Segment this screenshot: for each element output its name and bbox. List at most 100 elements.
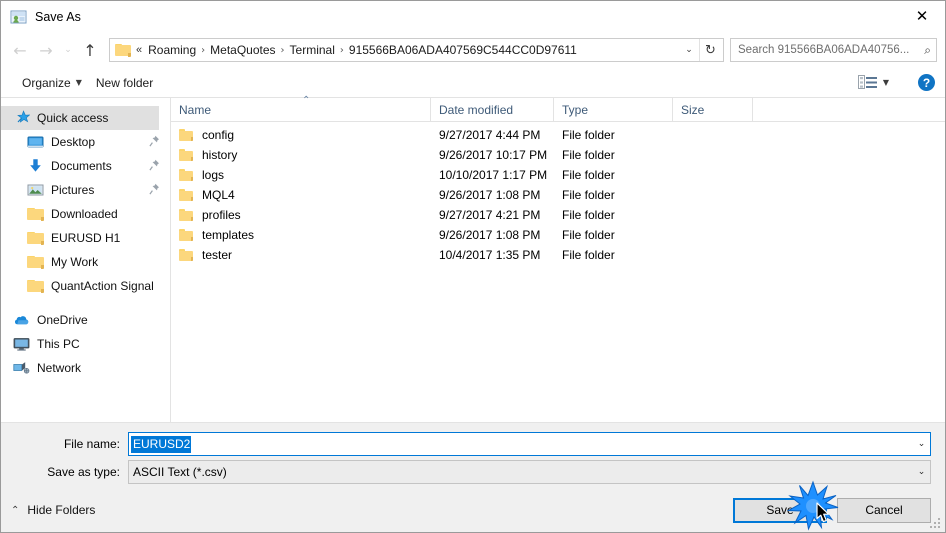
save-label: Save — [766, 503, 794, 517]
resize-grip[interactable] — [930, 518, 942, 530]
sort-ascending-icon: ⌃ — [302, 95, 311, 106]
table-row[interactable]: MQL4 9/26/2017 1:08 PM File folder — [171, 185, 945, 205]
view-options-button[interactable]: ▼ — [851, 73, 896, 92]
documents-icon — [27, 158, 44, 174]
sidebar-item-eurusd-h1[interactable]: EURUSD H1 — [1, 226, 170, 250]
network-icon — [13, 360, 30, 376]
dialog-footer: ⌃ Hide Folders Save Cancel — [1, 488, 945, 532]
hide-folders-button[interactable]: ⌃ Hide Folders — [11, 503, 95, 517]
cancel-button[interactable]: Cancel — [837, 497, 931, 523]
sidebar-item-this-pc[interactable]: This PC — [1, 332, 170, 356]
file-name-input[interactable]: EURUSD2 ⌄ — [128, 432, 931, 456]
pin-icon[interactable] — [149, 135, 160, 147]
column-header-type[interactable]: Type — [554, 98, 673, 121]
new-folder-button[interactable]: New folder — [89, 74, 160, 92]
folder-icon — [179, 169, 193, 181]
file-name: profiles — [202, 208, 241, 222]
window-title: Save As — [35, 9, 81, 24]
breadcrumb-item-metaquotes[interactable]: MetaQuotes — [206, 41, 279, 59]
save-button[interactable]: Save — [733, 497, 827, 523]
sidebar-item-network[interactable]: Network — [1, 356, 170, 380]
sidebar-item-documents[interactable]: Documents — [1, 154, 170, 178]
save-as-type-select[interactable]: ASCII Text (*.csv) ⌄ — [128, 460, 931, 484]
folder-icon — [179, 229, 193, 241]
pin-icon[interactable] — [149, 183, 160, 195]
save-as-type-label: Save as type: — [47, 465, 120, 479]
breadcrumb-item-roaming[interactable]: Roaming — [144, 41, 200, 59]
folder-icon — [27, 255, 44, 269]
sidebar-item-my-work[interactable]: My Work — [1, 250, 170, 274]
file-name: logs — [202, 168, 225, 182]
search-icon: ⌕ — [924, 42, 931, 57]
file-type: File folder — [562, 128, 615, 142]
recent-locations-icon[interactable]: ⌄ — [59, 37, 77, 63]
file-type: File folder — [562, 208, 615, 222]
new-folder-label: New folder — [95, 75, 154, 90]
sidebar-item-desktop[interactable]: Desktop — [1, 130, 170, 154]
table-row[interactable]: tester 10/4/2017 1:35 PM File folder — [171, 245, 945, 265]
refresh-icon[interactable]: ↻ — [699, 39, 721, 61]
dialog-body: Quick access Desktop Documents Pictures … — [1, 95, 945, 422]
breadcrumb-overflow-icon[interactable]: « — [134, 44, 144, 56]
file-name-cell: logs — [171, 168, 431, 182]
table-row[interactable]: templates 9/26/2017 1:08 PM File folder — [171, 225, 945, 245]
file-name-cell: tester — [171, 248, 431, 262]
column-label: Date modified — [439, 102, 514, 117]
column-header-date-modified[interactable]: Date modified — [431, 98, 554, 121]
sidebar-item-downloaded[interactable]: Downloaded — [1, 202, 170, 226]
sidebar-item-label: Documents — [51, 159, 112, 173]
folder-icon — [27, 231, 44, 245]
breadcrumb-item-guid[interactable]: 915566BA06ADA407569C544CC0D97611 — [345, 41, 581, 59]
close-icon[interactable]: ✕ — [899, 1, 945, 31]
file-date: 10/10/2017 1:17 PM — [439, 168, 548, 182]
title-bar: Save As ✕ — [1, 1, 945, 32]
file-type: File folder — [562, 148, 615, 162]
save-as-type-row: Save as type: ASCII Text (*.csv) ⌄ — [15, 460, 931, 484]
organize-button[interactable]: Organize ▼ — [15, 74, 89, 92]
folder-icon — [27, 207, 44, 221]
file-list-pane: Name ⌃ Date modified Type Size config 9/… — [171, 95, 945, 422]
pictures-icon — [27, 182, 44, 198]
folder-icon — [27, 279, 44, 293]
sidebar-item-quantaction-signal[interactable]: QuantAction Signal — [1, 274, 170, 298]
chevron-down-icon[interactable]: ⌄ — [680, 45, 698, 55]
table-row[interactable]: config 9/27/2017 4:44 PM File folder — [171, 125, 945, 145]
table-row[interactable]: history 9/26/2017 10:17 PM File folder — [171, 145, 945, 165]
up-icon[interactable]: ↑ — [77, 37, 103, 63]
pin-icon[interactable] — [149, 159, 160, 171]
column-label: Size — [681, 102, 705, 117]
file-type: File folder — [562, 188, 615, 202]
sidebar-item-label: Downloaded — [51, 207, 118, 221]
star-icon — [13, 110, 31, 126]
table-row[interactable]: logs 10/10/2017 1:17 PM File folder — [171, 165, 945, 185]
file-date: 9/26/2017 1:08 PM — [439, 228, 541, 242]
back-icon[interactable]: ← — [7, 37, 33, 63]
sidebar-item-quick-access[interactable]: Quick access — [1, 106, 159, 130]
save-as-dialog: Save As ✕ ← → ⌄ ↑ « Roaming › MetaQuotes… — [0, 0, 946, 533]
sidebar-item-pictures[interactable]: Pictures — [1, 178, 170, 202]
folder-icon — [179, 249, 193, 261]
address-bar[interactable]: « Roaming › MetaQuotes › Terminal › 9155… — [109, 38, 724, 62]
this-pc-icon — [13, 336, 30, 352]
onedrive-icon — [13, 312, 30, 328]
forward-icon[interactable]: → — [33, 37, 59, 63]
column-header-row: Name ⌃ Date modified Type Size — [171, 95, 945, 122]
table-row[interactable]: profiles 9/27/2017 4:21 PM File folder — [171, 205, 945, 225]
file-name-cell: history — [171, 148, 431, 162]
help-button[interactable]: ? — [918, 74, 935, 91]
chevron-down-icon[interactable]: ⌄ — [913, 467, 930, 477]
sidebar-item-label: Pictures — [51, 183, 95, 197]
navigation-sidebar: Quick access Desktop Documents Pictures … — [1, 98, 171, 422]
organize-label: Organize — [22, 75, 71, 90]
file-date: 9/26/2017 10:17 PM — [439, 148, 548, 162]
sidebar-item-label: EURUSD H1 — [51, 231, 121, 245]
search-input[interactable]: Search 915566BA06ADA40756... ⌕ — [730, 38, 937, 62]
column-header-name[interactable]: Name ⌃ — [171, 95, 431, 121]
column-header-size[interactable]: Size — [673, 98, 753, 121]
file-name-cell: profiles — [171, 208, 431, 222]
breadcrumb-item-terminal[interactable]: Terminal — [286, 41, 339, 59]
folder-icon — [179, 189, 193, 201]
chevron-down-icon[interactable]: ⌄ — [913, 439, 930, 449]
sidebar-item-onedrive[interactable]: OneDrive — [1, 308, 170, 332]
